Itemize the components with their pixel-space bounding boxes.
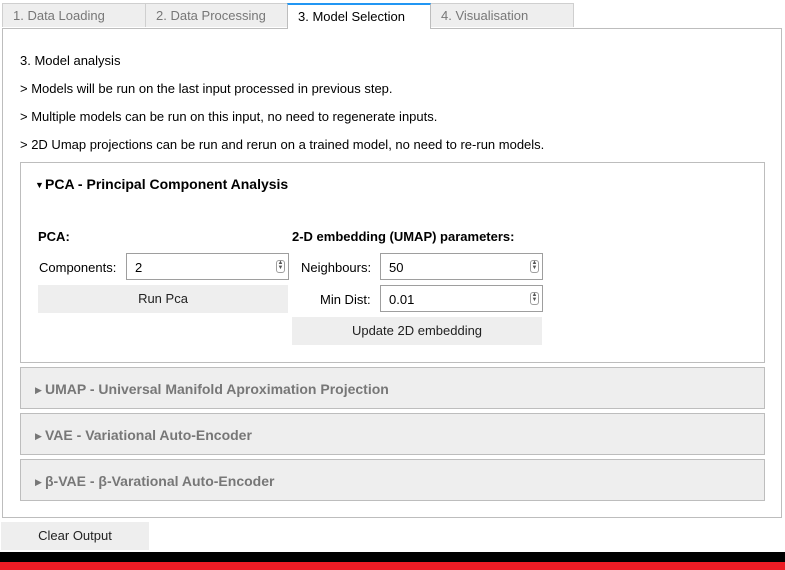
accordion-header-vae[interactable]: ▶ VAE - Variational Auto-Encoder [35, 427, 252, 443]
accordion-header-beta-vae[interactable]: ▶ β-VAE - β-Varational Auto-Encoder [35, 473, 274, 489]
spinner-arrows-icon[interactable]: ▲ ▼ [530, 260, 539, 273]
accordion-vae[interactable]: ▶ VAE - Variational Auto-Encoder [20, 413, 765, 455]
tab-data-loading[interactable]: 1. Data Loading [2, 3, 146, 27]
accordion-header-umap[interactable]: ▶ UMAP - Universal Manifold Aproximation … [35, 381, 389, 397]
accordion-umap[interactable]: ▶ UMAP - Universal Manifold Aproximation … [20, 367, 765, 409]
clear-output-button[interactable]: Clear Output [1, 522, 149, 550]
spinner-arrows-icon[interactable]: ▲ ▼ [530, 292, 539, 305]
section-heading: 3. Model analysis [20, 53, 121, 68]
components-input[interactable]: 2 ▲ ▼ [126, 253, 289, 280]
tab-model-selection[interactable]: 3. Model Selection [287, 3, 431, 29]
accordion-pca: ▼PCA - Principal Component Analysis PCA:… [20, 162, 765, 363]
info-note: > Multiple models can be run on this inp… [20, 109, 438, 124]
caret-right-icon: ▶ [35, 477, 42, 487]
accordion-beta-vae[interactable]: ▶ β-VAE - β-Varational Auto-Encoder [20, 459, 765, 501]
tab-panel: 3. Model analysis > Models will be run o… [2, 28, 782, 518]
components-label: Components: [39, 260, 117, 275]
update-2d-embedding-button[interactable]: Update 2D embedding [292, 317, 542, 345]
caret-right-icon: ▶ [35, 385, 42, 395]
umap-params-label: 2-D embedding (UMAP) parameters: [292, 229, 515, 244]
min-dist-value: 0.01 [389, 292, 415, 307]
accordion-title: β-VAE - β-Varational Auto-Encoder [45, 473, 275, 489]
info-note: > Models will be run on the last input p… [20, 81, 393, 96]
info-note: > 2D Umap projections can be run and rer… [20, 137, 545, 152]
caret-right-icon: ▶ [35, 431, 42, 441]
neighbours-label: Neighbours: [301, 260, 372, 275]
tab-visualisation[interactable]: 4. Visualisation [430, 3, 574, 27]
accordion-header-pca[interactable]: ▼PCA - Principal Component Analysis [35, 176, 288, 192]
min-dist-input[interactable]: 0.01 ▲ ▼ [380, 285, 543, 312]
accordion-title: VAE - Variational Auto-Encoder [45, 427, 252, 443]
spinner-arrows-icon[interactable]: ▲ ▼ [276, 260, 285, 273]
min-dist-label: Min Dist: [320, 292, 371, 307]
run-pca-button[interactable]: Run Pca [38, 285, 288, 313]
tab-data-processing[interactable]: 2. Data Processing [145, 3, 288, 27]
accordion-title: PCA - Principal Component Analysis [45, 176, 289, 192]
neighbours-value: 50 [389, 260, 404, 275]
footer-black-bar [0, 552, 785, 562]
accordion-title: UMAP - Universal Manifold Aproximation P… [45, 381, 389, 397]
caret-down-icon: ▼ [35, 180, 44, 190]
footer-red-bar [0, 562, 785, 570]
components-value: 2 [135, 260, 143, 275]
neighbours-input[interactable]: 50 ▲ ▼ [380, 253, 543, 280]
pca-section-label: PCA: [38, 229, 70, 244]
